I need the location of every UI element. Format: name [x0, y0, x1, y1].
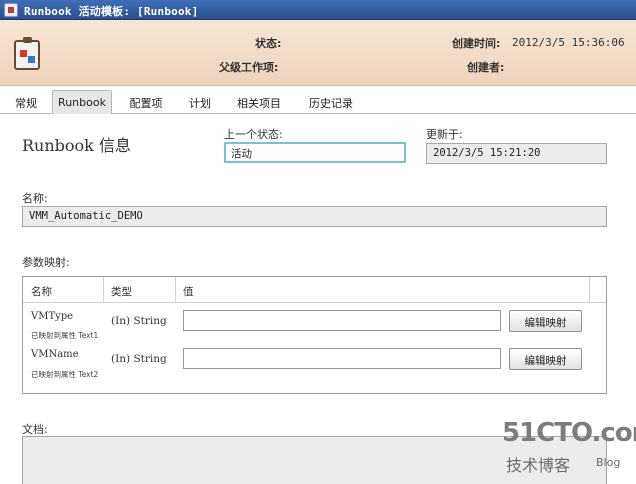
watermark-logo: 51CTO.com: [502, 418, 636, 448]
row-value-input[interactable]: [183, 348, 501, 369]
param-mapping-label: 参数映射:: [22, 256, 70, 269]
edit-mapping-button[interactable]: 编辑映射: [509, 310, 582, 332]
name-field[interactable]: VMM_Automatic_DEMO: [22, 206, 607, 227]
updated-label: 更新于:: [426, 128, 463, 141]
created-time-value: 2012/3/5 15:36:06: [512, 36, 625, 49]
tab-runbook[interactable]: Runbook: [52, 90, 112, 114]
column-header-name[interactable]: 名称: [31, 284, 52, 299]
watermark-blog: Blog: [596, 456, 621, 469]
section-title: Runbook 信息: [22, 136, 131, 155]
watermark-subtitle: 技术博客: [506, 456, 571, 475]
row-type: (In) String: [111, 353, 167, 365]
row-value-input[interactable]: [183, 310, 501, 331]
row-name: VMName: [31, 349, 79, 360]
row-name: VMType: [31, 311, 74, 322]
status-label: 状态:: [255, 37, 282, 50]
created-time-label: 创建时间:: [452, 37, 501, 50]
name-label: 名称:: [22, 192, 48, 205]
previous-status-field[interactable]: 活动: [224, 142, 406, 163]
grid-header: 名称 类型 值: [23, 277, 606, 303]
window-title: Runbook 活动模板: [Runbook]: [24, 5, 199, 18]
tab-bar: 常规 Runbook 配置项 计划 相关项目 历史记录: [0, 88, 636, 114]
app-icon: [4, 3, 18, 17]
creator-label: 创建者:: [467, 61, 505, 74]
tab-general[interactable]: 常规: [6, 90, 46, 114]
column-header-type[interactable]: 类型: [111, 284, 132, 299]
clipboard-icon: [14, 37, 40, 70]
tab-config-items[interactable]: 配置项: [118, 90, 174, 114]
parent-work-item-label: 父级工作项:: [219, 61, 279, 74]
column-header-value[interactable]: 值: [183, 284, 194, 299]
edit-mapping-button[interactable]: 编辑映射: [509, 348, 582, 370]
previous-status-label: 上一个状态:: [224, 128, 283, 141]
tab-related-items[interactable]: 相关项目: [226, 90, 292, 114]
row-type: (In) String: [111, 315, 167, 327]
form-header: 状态: 父级工作项: 创建时间: 2012/3/5 15:36:06 创建者:: [0, 20, 636, 86]
watermark: 51CTO.com 技术博客 Blog: [502, 418, 636, 480]
window-titlebar: Runbook 活动模板: [Runbook]: [0, 0, 636, 20]
updated-field[interactable]: 2012/3/5 15:21:20: [426, 143, 607, 164]
param-mapping-grid: 名称 类型 值 VMType 已映射到属性 Text1 (In) String …: [22, 276, 607, 394]
tab-history[interactable]: 历史记录: [298, 90, 364, 114]
tab-schedule[interactable]: 计划: [180, 90, 220, 114]
row-mapping-note: 已映射到属性 Text1: [31, 331, 99, 340]
row-mapping-note: 已映射到属性 Text2: [31, 370, 99, 379]
document-label: 文档:: [22, 423, 48, 436]
